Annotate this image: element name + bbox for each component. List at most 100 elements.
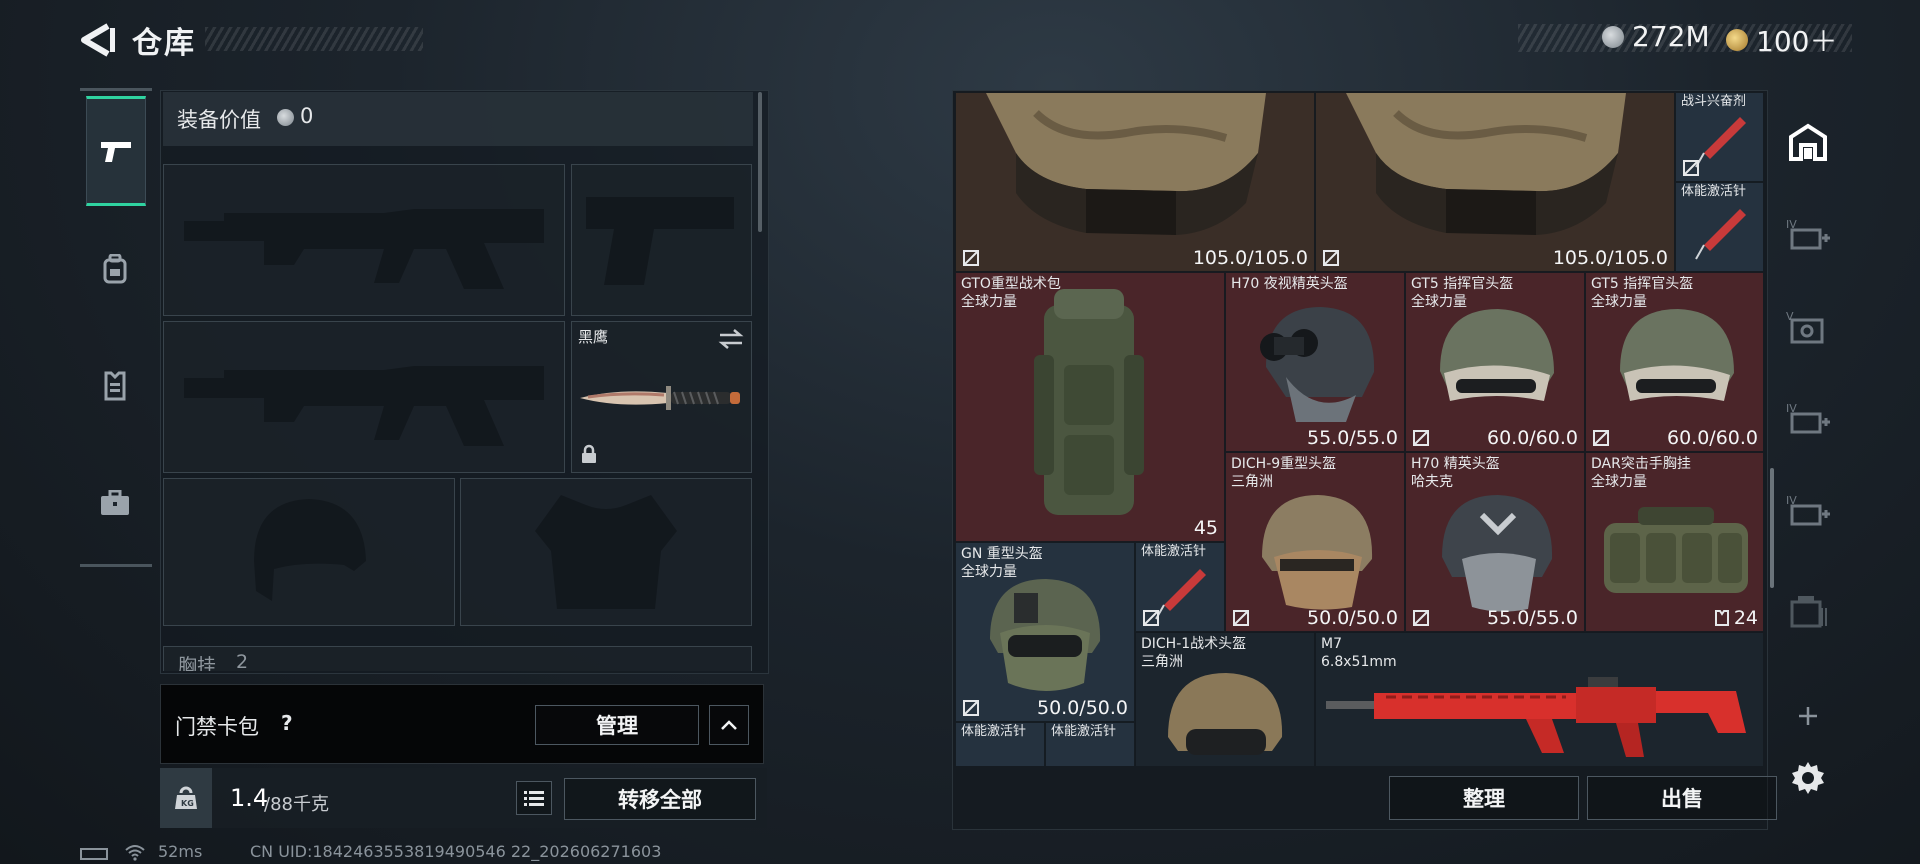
no-insure-icon bbox=[1593, 430, 1609, 446]
inventory-item-dich1-helmet[interactable]: DICH-1战术头盔 三角洲 bbox=[1135, 632, 1315, 766]
primary-weapon-slot-2[interactable] bbox=[163, 321, 565, 473]
no-insure-icon bbox=[963, 700, 979, 716]
keycard-help-icon[interactable]: ? bbox=[281, 711, 293, 735]
helmet-icon bbox=[1440, 309, 1554, 401]
list-icon bbox=[524, 791, 544, 806]
inventory-item-h70-nv-helmet[interactable]: H70 夜视精英头盔 55.0/55.0 bbox=[1225, 272, 1405, 452]
equipment-value-label: 装备价值 bbox=[177, 108, 261, 132]
tool-locker[interactable] bbox=[1778, 582, 1838, 642]
tool-expand-iv-3[interactable]: IV bbox=[1778, 480, 1838, 540]
inventory-item-stamina-stim[interactable]: 体能激活针 bbox=[1675, 182, 1763, 272]
secondary-weapon-slot[interactable] bbox=[571, 164, 752, 316]
item-durability: 105.0/105.0 bbox=[1552, 247, 1668, 269]
helmet-icon bbox=[1260, 307, 1375, 422]
item-durability: 55.0/55.0 bbox=[1486, 607, 1578, 629]
page-title: 仓库 bbox=[132, 26, 196, 61]
helmet-slot[interactable] bbox=[163, 478, 455, 626]
chest-rig-section-header[interactable]: 胸挂 2 bbox=[163, 646, 752, 671]
inventory-item-stamina-stim-4[interactable]: 体能激活针 bbox=[1045, 722, 1135, 766]
inventory-item-combat-stim[interactable]: 战斗兴奋剂 bbox=[1675, 92, 1763, 182]
keycard-label: 门禁卡包 bbox=[175, 715, 259, 739]
tool-expand-iv[interactable]: IV bbox=[1778, 204, 1838, 264]
gold-currency[interactable]: 100＋ bbox=[1726, 20, 1837, 60]
vest-icon bbox=[104, 371, 126, 401]
safe-icon: V bbox=[1786, 310, 1824, 344]
syringe-icon bbox=[1695, 117, 1746, 168]
body-armor-icon bbox=[1346, 93, 1626, 235]
item-name: 战斗兴奋剂 bbox=[1681, 94, 1747, 109]
vest-capacity-icon bbox=[1715, 610, 1729, 626]
back-arrow-icon[interactable] bbox=[78, 22, 116, 58]
manage-button[interactable]: 管理 bbox=[535, 705, 699, 745]
knife-icon bbox=[580, 386, 740, 410]
collapse-button[interactable] bbox=[709, 705, 749, 745]
sort-button[interactable]: 整理 bbox=[1389, 776, 1579, 820]
item-name: DAR突击手胸挂 全球力量 bbox=[1591, 456, 1691, 490]
gear-icon bbox=[1792, 762, 1824, 794]
tab-backpack[interactable] bbox=[86, 240, 144, 298]
inventory-item-armor-2[interactable]: 105.0/105.0 bbox=[1315, 92, 1675, 272]
inventory-item-m7-rifle[interactable]: M7 6.8x51mm bbox=[1315, 632, 1763, 766]
silver-currency[interactable]: 272M bbox=[1602, 20, 1710, 53]
inventory-item-gt5-helmet-2[interactable]: GT5 指挥官头盔 全球力量 60.0/60.0 bbox=[1585, 272, 1763, 452]
inventory-item-armor-1[interactable]: 105.0/105.0 bbox=[955, 92, 1315, 272]
weight-icon-box: KG bbox=[160, 768, 212, 828]
tab-weapons[interactable] bbox=[86, 96, 146, 206]
kettlebell-icon: KG bbox=[175, 786, 197, 809]
backpack-icon bbox=[1034, 289, 1144, 515]
rifle-silhouette-icon bbox=[184, 209, 544, 289]
tabs-top-line bbox=[80, 88, 152, 91]
swap-icon[interactable] bbox=[718, 328, 744, 350]
no-insure-icon bbox=[1413, 430, 1429, 446]
rifle-icon bbox=[1326, 677, 1746, 757]
equipment-value-row: 装备价值 0 bbox=[163, 92, 753, 146]
item-durability: 105.0/105.0 bbox=[1192, 247, 1308, 269]
tab-vest[interactable] bbox=[86, 356, 144, 414]
equipment-value-amount: 0 bbox=[300, 104, 314, 128]
inventory-item-dich9-helmet[interactable]: DICH-9重型头盔 三角洲 50.0/50.0 bbox=[1225, 452, 1405, 632]
item-durability: 60.0/60.0 bbox=[1666, 427, 1758, 449]
helmet-icon bbox=[990, 579, 1101, 691]
melee-name: 黑鹰 bbox=[578, 328, 609, 346]
item-durability: 60.0/60.0 bbox=[1486, 427, 1578, 449]
inventory-scrollbar[interactable] bbox=[1770, 468, 1774, 588]
helmet-icon bbox=[1442, 495, 1553, 612]
storage-tools: IV V IV IV bbox=[1778, 96, 1838, 816]
plus-icon bbox=[1799, 707, 1817, 725]
list-view-button[interactable] bbox=[516, 781, 552, 815]
helmet-silhouette-icon bbox=[254, 499, 366, 601]
helmet-icon bbox=[1168, 673, 1283, 755]
briefcase-icon bbox=[101, 490, 129, 515]
melee-weapon-slot[interactable]: 黑鹰 bbox=[571, 321, 752, 473]
inventory-item-gto-backpack[interactable]: GTO重型战术包 全球力量 45 bbox=[955, 272, 1225, 542]
item-durability: 50.0/50.0 bbox=[1306, 607, 1398, 629]
silver-amount: 272M bbox=[1632, 20, 1710, 53]
helmet-icon bbox=[1620, 309, 1734, 401]
no-insure-icon bbox=[1413, 610, 1429, 626]
silver-coin-icon bbox=[1602, 25, 1624, 48]
inventory-item-h70-helmet[interactable]: H70 精英头盔 哈夫克 55.0/55.0 bbox=[1405, 452, 1585, 632]
backpack-icon bbox=[103, 254, 127, 284]
tool-settings[interactable] bbox=[1778, 748, 1838, 808]
add-storage-icon: IV bbox=[1786, 402, 1830, 434]
item-name: DICH-1战术头盔 三角洲 bbox=[1141, 636, 1247, 670]
ping-value: 52ms bbox=[158, 842, 203, 861]
body-armor-slot[interactable] bbox=[460, 478, 752, 626]
tool-warehouse[interactable] bbox=[1778, 112, 1838, 172]
primary-weapon-slot-1[interactable] bbox=[163, 164, 565, 316]
inventory-item-gt5-helmet-1[interactable]: GT5 指挥官头盔 全球力量 60.0/60.0 bbox=[1405, 272, 1585, 452]
inventory-item-dar-chest-rig[interactable]: DAR突击手胸挂 全球力量 24 bbox=[1585, 452, 1763, 632]
syringe-icon bbox=[1695, 209, 1746, 260]
sell-button[interactable]: 出售 bbox=[1587, 776, 1777, 820]
inventory-item-gn-helmet[interactable]: GN 重型头盔 全球力量 50.0/50.0 bbox=[955, 542, 1135, 722]
inventory-item-stamina-stim-2[interactable]: 体能激活针 bbox=[1135, 542, 1225, 632]
transfer-all-button[interactable]: 转移全部 bbox=[564, 778, 756, 820]
inventory-item-stamina-stim-3[interactable]: 体能激活针 bbox=[955, 722, 1045, 766]
tool-safe-v[interactable]: V bbox=[1778, 296, 1838, 356]
tab-case[interactable] bbox=[86, 474, 144, 532]
item-name: H70 精英头盔 哈夫克 bbox=[1411, 456, 1500, 490]
tool-add[interactable] bbox=[1778, 686, 1838, 746]
no-insure-icon bbox=[963, 250, 979, 266]
equipment-scrollbar[interactable] bbox=[758, 92, 762, 232]
tool-expand-iv-2[interactable]: IV bbox=[1778, 388, 1838, 448]
